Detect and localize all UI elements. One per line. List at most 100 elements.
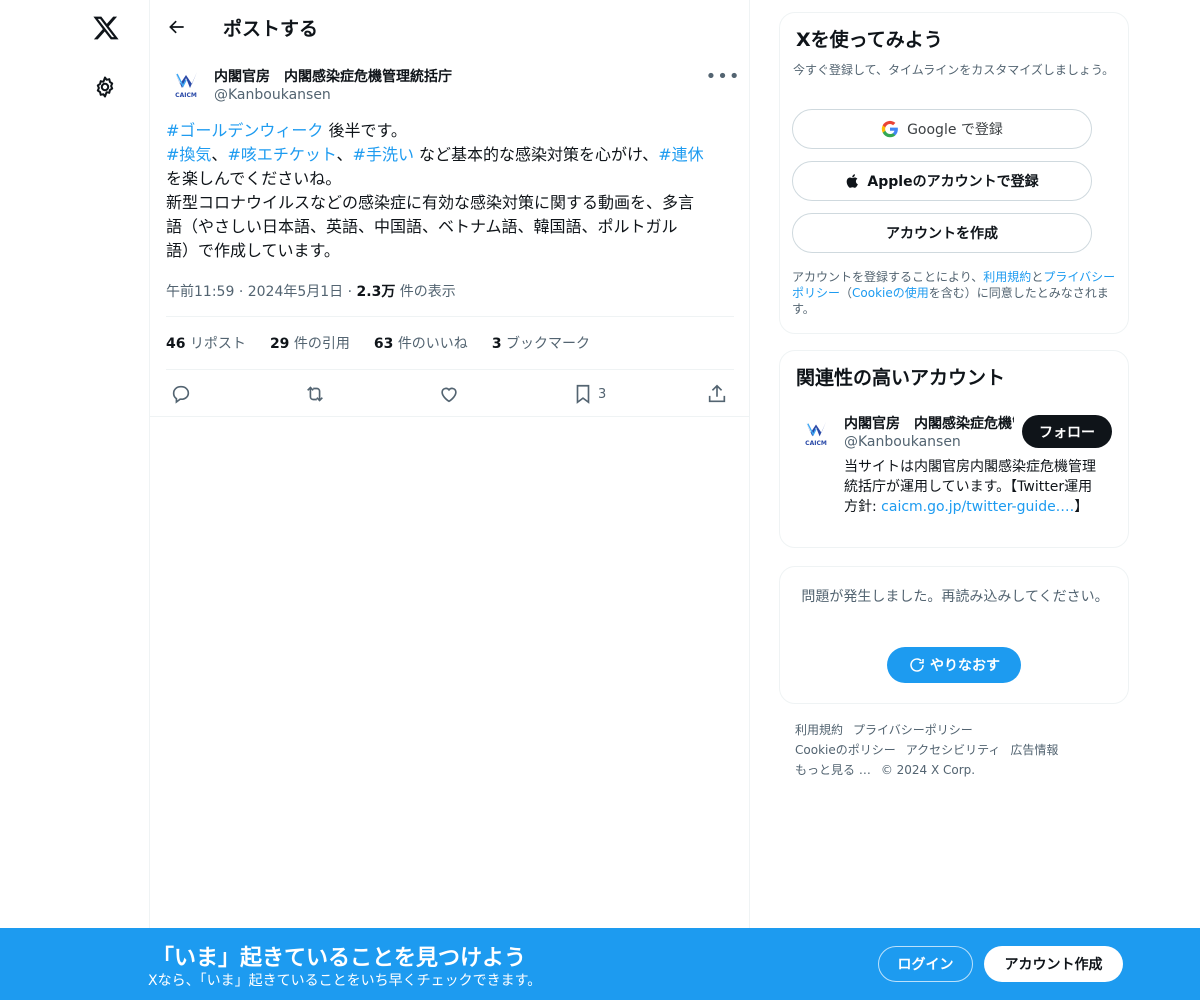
footer-terms-link[interactable]: 利用規約 bbox=[795, 723, 843, 737]
google-signup-button[interactable]: Google で登録 bbox=[792, 109, 1092, 149]
error-message: 問題が発生しました。再読み込みしてください。 bbox=[801, 589, 1109, 605]
reposts-label: リポスト bbox=[189, 336, 246, 352]
create-account-label: アカウントを作成 bbox=[886, 226, 998, 242]
footer-links: 利用規約 プライバシーポリシー Cookieのポリシー アクセシビリティ 広告情報 も… bbox=[795, 720, 1125, 780]
post-line: 語）で作成しています。 bbox=[166, 241, 340, 260]
bookmark-action-count: 3 bbox=[598, 386, 607, 402]
repost-icon[interactable] bbox=[304, 380, 326, 408]
banner-title: 「いま」起きていることを見つけよう bbox=[152, 946, 527, 971]
left-nav bbox=[0, 0, 150, 1000]
hashtag-link[interactable]: #換気 bbox=[166, 145, 211, 164]
legal-text: アカウントを登録することにより、利用規約とプライバシーポリシー（Cookieの使… bbox=[792, 269, 1122, 317]
signup-title: Xを使ってみよう bbox=[796, 29, 943, 51]
post-line: #ゴールデンウィーク 後半です。 bbox=[166, 119, 736, 143]
bookmark-icon[interactable]: 3 bbox=[572, 380, 606, 408]
google-signup-label: Google で登録 bbox=[907, 122, 1003, 138]
post-text: #ゴールデンウィーク 後半です。 #換気、#咳エチケット、#手洗い など基本的な… bbox=[166, 119, 736, 263]
signup-subtitle: 今すぐ登録して、タイムラインをカスタマイズしましょう。 bbox=[793, 63, 1115, 77]
refresh-icon bbox=[908, 656, 926, 674]
post-meta: 午前11:59 · 2024年5月1日 · 2.3万 件の表示 bbox=[166, 281, 456, 301]
error-card: 問題が発生しました。再読み込みしてください。 やりなおす bbox=[779, 566, 1129, 704]
post-date[interactable]: 2024年5月1日 bbox=[248, 284, 343, 300]
avatar[interactable]: CAICM bbox=[166, 64, 206, 104]
hashtag-link[interactable]: #咳エチケット bbox=[227, 145, 336, 164]
related-account-name[interactable]: 内閣官房 内閣感染症危機管理統括庁 bbox=[844, 413, 1014, 433]
retry-label: やりなおす bbox=[930, 658, 1000, 674]
main-column: ポストする CAICM 内閣官房 内閣感染症危機管理統括庁 @Kanboukan… bbox=[149, 0, 750, 1000]
cookie-link[interactable]: Cookieの使用 bbox=[852, 286, 929, 300]
likes-label: 件のいいね bbox=[397, 336, 468, 352]
login-button[interactable]: ログイン bbox=[878, 946, 973, 982]
footer-privacy-link[interactable]: プライバシーポリシー bbox=[853, 723, 973, 737]
share-icon[interactable] bbox=[706, 380, 728, 408]
retry-button[interactable]: やりなおす bbox=[887, 647, 1021, 683]
related-account-bio: 当サイトは内閣官房内閣感染症危機管理統括庁が運用しています。【Twitter運用… bbox=[844, 457, 1106, 517]
avatar-label: CAICM bbox=[805, 439, 827, 447]
post-text-fragment: 後半です。 bbox=[323, 121, 407, 140]
author-handle[interactable]: @Kanboukansen bbox=[214, 87, 331, 103]
hashtag-link[interactable]: #連休 bbox=[658, 145, 703, 164]
more-icon[interactable]: ••• bbox=[706, 66, 740, 87]
likes-count: 63 bbox=[373, 336, 394, 352]
related-accounts-card: 関連性の高いアカウント CAICM 内閣官房 内閣感染症危機管理統括庁 @Kan… bbox=[779, 350, 1129, 548]
page-title: ポストする bbox=[223, 18, 319, 40]
post-stats: 46 リポスト 29 件の引用 63 件のいいね 3 ブックマーク bbox=[166, 333, 614, 353]
signup-button[interactable]: アカウント作成 bbox=[984, 946, 1123, 982]
post-line: を楽しんでくださいね。 bbox=[166, 169, 342, 188]
footer-accessibility-link[interactable]: アクセシビリティ bbox=[906, 743, 1001, 757]
post-text-fragment: 、 bbox=[211, 145, 228, 164]
footer-ads-link[interactable]: 広告情報 bbox=[1010, 743, 1058, 757]
apple-icon bbox=[845, 172, 861, 190]
legal-fragment: （ bbox=[840, 286, 853, 300]
google-icon bbox=[881, 120, 899, 138]
related-title: 関連性の高いアカウント bbox=[796, 367, 1006, 389]
create-account-button[interactable]: アカウントを作成 bbox=[792, 213, 1092, 253]
bookmarks-stat[interactable]: 3 ブックマーク bbox=[492, 333, 590, 353]
avatar[interactable]: CAICM bbox=[796, 413, 836, 453]
likes-stat[interactable]: 63 件のいいね bbox=[374, 333, 468, 353]
quotes-label: 件の引用 bbox=[293, 336, 350, 352]
footer-cookie-link[interactable]: Cookieのポリシー bbox=[795, 743, 896, 757]
legal-fragment: と bbox=[1031, 270, 1044, 284]
back-arrow-icon[interactable] bbox=[162, 12, 192, 42]
post-author: CAICM 内閣官房 内閣感染症危機管理統括庁 @Kanboukansen ••… bbox=[166, 64, 740, 112]
post-actions: 3 bbox=[166, 380, 734, 408]
post-time[interactable]: 午前11:59 bbox=[166, 284, 234, 300]
x-logo-icon[interactable] bbox=[88, 10, 124, 46]
reposts-stat[interactable]: 46 リポスト bbox=[166, 333, 246, 353]
avatar-label: CAICM bbox=[175, 91, 197, 99]
bio-link[interactable]: caicm.go.jp/twitter-guide.… bbox=[881, 499, 1074, 515]
banner-subtitle: Xなら、「いま」起きていることをいち早くチェックできます。 bbox=[148, 973, 542, 989]
quotes-count: 29 bbox=[269, 336, 290, 352]
reply-icon[interactable] bbox=[170, 380, 192, 408]
meta-dot: · bbox=[238, 284, 244, 300]
page-header: ポストする bbox=[150, 0, 750, 54]
views-label: 件の表示 bbox=[399, 284, 456, 300]
apple-signup-button[interactable]: Appleのアカウントで登録 bbox=[792, 161, 1092, 201]
footer-more-link[interactable]: もっと見る … bbox=[795, 763, 871, 777]
hashtag-link[interactable]: #ゴールデンウィーク bbox=[166, 121, 323, 140]
legal-fragment: アカウントを登録することにより、 bbox=[792, 270, 984, 284]
follow-button[interactable]: フォロー bbox=[1022, 415, 1112, 448]
gear-icon[interactable] bbox=[90, 72, 120, 102]
like-icon[interactable] bbox=[438, 380, 460, 408]
apple-signup-label: Appleのアカウントで登録 bbox=[867, 174, 1039, 190]
bottom-banner: 「いま」起きていることを見つけよう Xなら、「いま」起きていることをいち早くチェ… bbox=[0, 928, 1200, 1000]
quotes-stat[interactable]: 29 件の引用 bbox=[270, 333, 350, 353]
footer-copyright: © 2024 X Corp. bbox=[880, 763, 976, 777]
terms-link[interactable]: 利用規約 bbox=[983, 270, 1031, 284]
divider bbox=[150, 416, 750, 417]
post-text-fragment: 、 bbox=[336, 145, 353, 164]
views-count: 2.3万 bbox=[356, 284, 396, 300]
related-account-handle[interactable]: @Kanboukansen bbox=[844, 434, 961, 450]
author-name[interactable]: 内閣官房 内閣感染症危機管理統括庁 bbox=[214, 66, 452, 86]
signup-card: Xを使ってみよう 今すぐ登録して、タイムラインをカスタマイズしましょう。 Goo… bbox=[779, 12, 1129, 334]
post-line: 語（やさしい日本語、英語、中国語、ベトナム語、韓国語、ポルトガル bbox=[166, 217, 678, 236]
meta-dot: · bbox=[347, 284, 353, 300]
hashtag-link[interactable]: #手洗い bbox=[353, 145, 414, 164]
post-line: #換気、#咳エチケット、#手洗い など基本的な感染対策を心がけ、#連休 bbox=[166, 143, 736, 167]
bookmarks-label: ブックマーク bbox=[506, 336, 591, 352]
post-text-fragment: など基本的な感染対策を心がけ、 bbox=[413, 145, 659, 164]
divider bbox=[166, 369, 734, 370]
bookmarks-count: 3 bbox=[491, 336, 502, 352]
